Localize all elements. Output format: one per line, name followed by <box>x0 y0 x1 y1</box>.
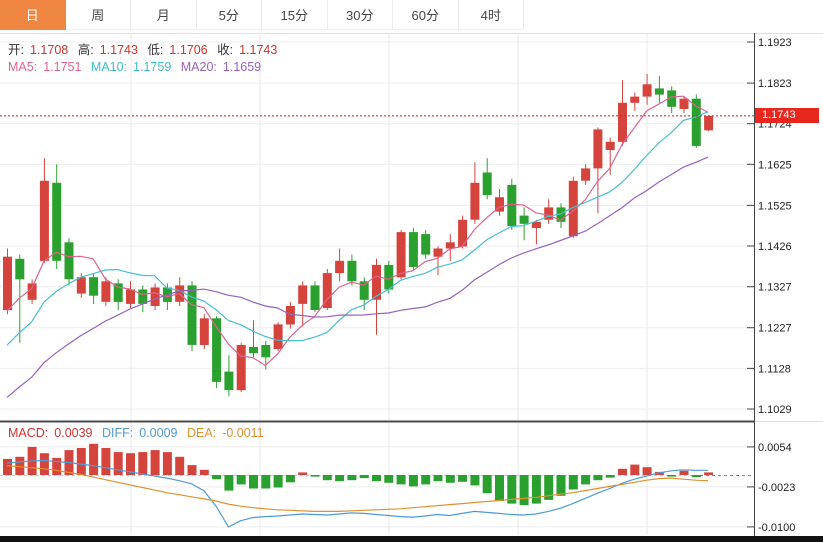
ma20-label: MA20: <box>180 60 217 74</box>
svg-text:-0.0100: -0.0100 <box>758 522 795 534</box>
price-axis-labels: 1.19231.18231.17241.16251.15251.14261.13… <box>747 37 792 416</box>
ma10-line <box>6 111 709 346</box>
ma5-label: MA5: <box>8 60 38 74</box>
trading-chart-window: 1.1923 1.1823 1.1724 1.1625 1.1525 1.1426 1.13… <box>0 0 823 542</box>
last-price-badge: 1.1743 <box>755 108 819 123</box>
candles-layer <box>3 74 714 397</box>
dea-value: -0.0011 <box>222 426 264 440</box>
open-value: 1.1708 <box>29 43 69 57</box>
ohlc-row: 开: 1.1708 高: 1.1743 低: 1.1706 收: 1.1743 <box>8 39 283 58</box>
timeframe-tabs: 日周月 5分 15分 30分 60分 4时 <box>0 0 524 30</box>
close-value: 1.1743 <box>239 43 278 57</box>
ma20-value: 1.1659 <box>222 60 262 74</box>
tab-week[interactable]: 周 <box>65 0 131 30</box>
ma10-value: 1.1759 <box>133 60 172 74</box>
ma5-line <box>6 95 709 367</box>
diff-line <box>6 459 709 528</box>
tab-5min[interactable]: 5分 <box>196 0 262 30</box>
svg-text:1.1426: 1.1426 <box>758 241 792 253</box>
diff-value: 0.0009 <box>139 426 178 440</box>
tab-4hour[interactable]: 4时 <box>458 0 524 30</box>
high-value: 1.1743 <box>99 43 138 57</box>
svg-text:1.1128: 1.1128 <box>758 363 791 375</box>
svg-text:1.1625: 1.1625 <box>758 159 792 171</box>
svg-text:1.1923: 1.1923 <box>758 37 792 49</box>
tab-60min[interactable]: 60分 <box>393 0 459 30</box>
macd-histogram <box>3 443 714 506</box>
svg-text:0.0054: 0.0054 <box>758 442 792 454</box>
macd-row: MACD: 0.0039 DIFF: 0.0009 DEA: -0.0011 <box>8 426 270 440</box>
close-label: 收: <box>217 43 234 57</box>
chart-canvas[interactable]: 1.19231.18231.17241.16251.15251.14261.13… <box>0 0 823 542</box>
dea-label: DEA: <box>186 426 217 440</box>
svg-text:1.1029: 1.1029 <box>758 404 792 416</box>
tab-day[interactable]: 日 <box>0 0 66 30</box>
low-value: 1.1706 <box>169 43 208 57</box>
diff-label: DIFF: <box>102 426 134 440</box>
ma-row: MA5: 1.1751 MA10: 1.1759 MA20: 1.1659 <box>8 60 267 74</box>
macd-value: 0.0039 <box>54 426 93 440</box>
svg-text:1.1227: 1.1227 <box>758 323 792 335</box>
svg-text:1.1525: 1.1525 <box>758 200 792 212</box>
svg-text:1.1823: 1.1823 <box>758 78 792 90</box>
tab-month[interactable]: 月 <box>131 0 197 30</box>
low-label: 低: <box>147 43 164 57</box>
ma20-line <box>6 156 709 398</box>
tab-30min[interactable]: 30分 <box>327 0 393 30</box>
macd-label: MACD: <box>8 426 49 440</box>
ma10-label: MA10: <box>90 60 128 74</box>
svg-text:1.1327: 1.1327 <box>758 282 792 294</box>
svg-text:-0.0023: -0.0023 <box>758 482 795 494</box>
high-label: 高: <box>77 43 94 57</box>
open-label: 开: <box>8 43 24 57</box>
tab-15min[interactable]: 15分 <box>262 0 328 30</box>
dea-line <box>6 465 709 512</box>
ma5-value: 1.1751 <box>43 60 82 74</box>
